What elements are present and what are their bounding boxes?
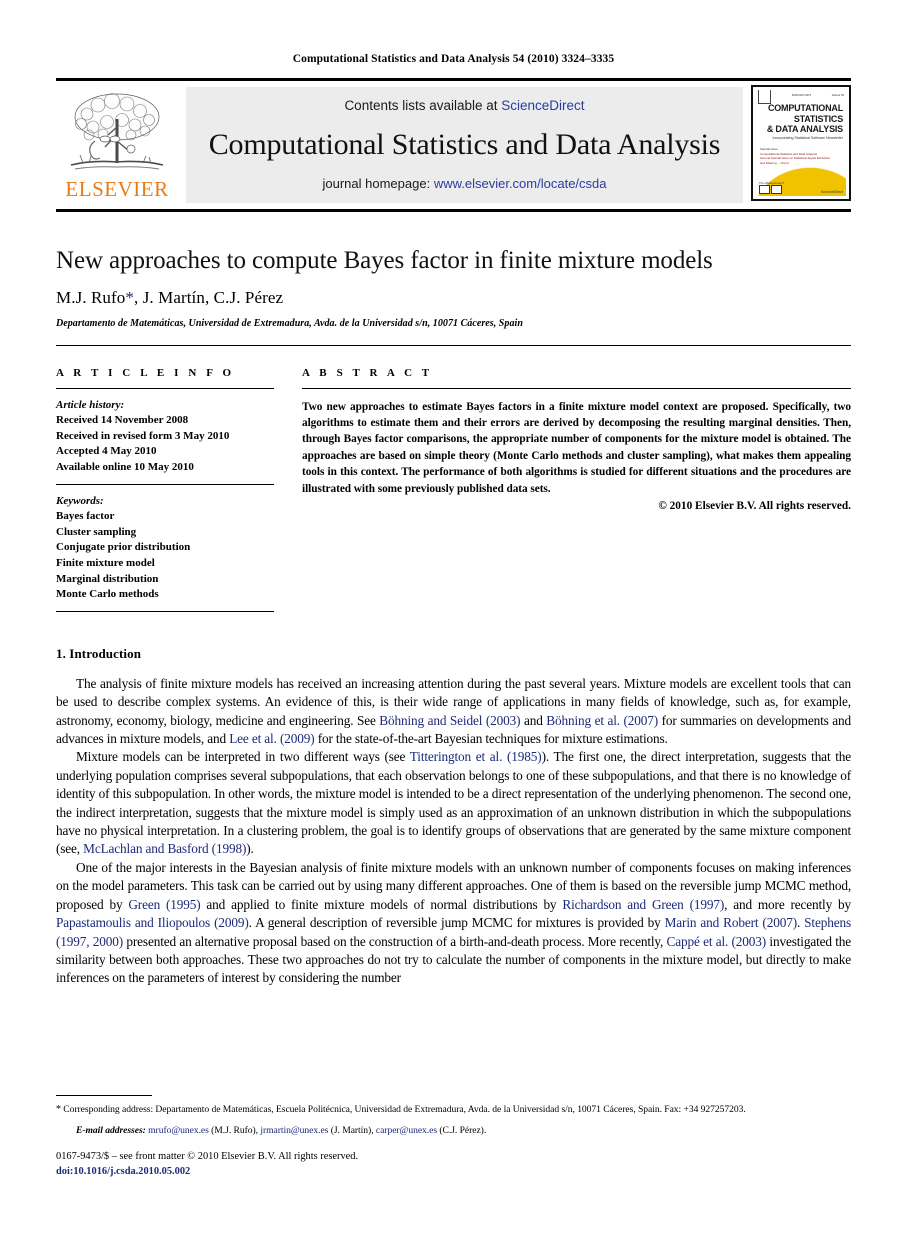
article-info-rule-bottom xyxy=(56,610,274,612)
contents-available-line: Contents lists available at ScienceDirec… xyxy=(344,98,584,113)
introduction-section: 1. Introduction The analysis of finite m… xyxy=(56,646,851,988)
email-link[interactable]: mrufo@unex.es xyxy=(148,1125,209,1136)
history-received: Received 14 November 2008 xyxy=(56,414,189,427)
history-online: Available online 10 May 2010 xyxy=(56,460,194,473)
keyword-item: Bayes factor xyxy=(56,510,115,523)
keywords-label: Keywords: xyxy=(56,494,104,507)
keyword-item: Monte Carlo methods xyxy=(56,588,159,601)
imprint-block: 0167-9473/$ – see front matter © 2010 El… xyxy=(56,1150,851,1180)
para3-text-b: and applied to finite mixture models of … xyxy=(200,896,563,912)
para2-text-a: Mixture models can be interpreted in two… xyxy=(76,749,410,765)
cover-title-line-2: STATISTICS xyxy=(793,113,843,124)
elsevier-tree-icon xyxy=(70,93,164,170)
elsevier-logo: ELSEVIER xyxy=(56,81,178,209)
doi-link[interactable]: doi:10.1016/j.csda.2010.05.002 xyxy=(56,1165,851,1180)
info-abstract-row: A R T I C L E I N F O Article history: R… xyxy=(56,367,851,612)
keyword-item: Finite mixture model xyxy=(56,556,155,569)
journal-title: Computational Statistics and Data Analys… xyxy=(208,127,721,161)
section-heading-introduction: 1. Introduction xyxy=(56,645,142,661)
citation-link[interactable]: Böhning et al. (2007) xyxy=(546,713,658,728)
author-first: M.J. Rufo xyxy=(56,287,126,307)
citation-link[interactable]: Titterington et al. (1985) xyxy=(410,749,542,764)
article-info-rule-top xyxy=(56,387,274,389)
masthead-bottom-rule xyxy=(56,209,851,212)
paragraph-1: The analysis of finite mixture models ha… xyxy=(56,675,851,749)
cover-title-line-1: COMPUTATIONAL xyxy=(767,103,843,113)
para3-text-d: . A general description of reversible ju… xyxy=(248,915,665,931)
article-history-group: Article history: Received 14 November 20… xyxy=(56,398,274,476)
title-section-rule xyxy=(56,344,851,346)
abstract-heading: A B S T R A C T xyxy=(302,366,433,379)
email-link[interactable]: carper@unex.es xyxy=(376,1125,437,1136)
citation-link[interactable]: Marin and Robert (2007) xyxy=(665,915,798,930)
history-revised: Received in revised form 3 May 2010 xyxy=(56,429,230,442)
cover-badge-icon-2 xyxy=(771,185,782,194)
cover-badge-icon-1 xyxy=(759,185,770,194)
article-history-label: Article history: xyxy=(56,398,125,411)
homepage-prefix: journal homepage: xyxy=(322,176,434,191)
cover-sciencedirect-label: ScienceDirect xyxy=(820,190,843,194)
elsevier-wordmark: ELSEVIER xyxy=(65,177,169,201)
masthead-center-panel: Contents lists available at ScienceDirec… xyxy=(186,87,743,203)
cover-issn-top: ISSN 0167-9473 xyxy=(791,94,811,98)
abstract-text: Two new approaches to estimate Bayes fac… xyxy=(302,400,851,495)
journal-cover-thumbnail[interactable]: ISSN 0167-9473 Volume 54 COMPUTATIONAL S… xyxy=(751,85,851,201)
abstract-rule xyxy=(302,387,851,389)
email-addresses-note: E-mail addresses: mrufo@unex.es (M.J. Ru… xyxy=(76,1125,487,1137)
footnote-rule xyxy=(56,1095,152,1097)
citation-link[interactable]: Papastamoulis and Iliopoulos (2009) xyxy=(56,915,249,930)
cover-title-line-3: & DATA ANALYSIS xyxy=(766,124,843,135)
article-info-heading: A R T I C L E I N F O xyxy=(56,366,235,379)
article-info-rule-middle xyxy=(56,483,274,485)
cover-red-line-3: and Filtering — Part II xyxy=(760,160,790,165)
email-person: (J. Martín) xyxy=(328,1125,372,1137)
article-title-block: New approaches to compute Bayes factor i… xyxy=(56,246,851,329)
citation-link[interactable]: Lee et al. (2009) xyxy=(229,731,314,746)
para2-text-c: ). xyxy=(246,841,254,857)
article-info-column: A R T I C L E I N F O Article history: R… xyxy=(56,367,300,612)
citation-link[interactable]: McLachlan and Basford (1998) xyxy=(83,841,246,856)
para1-text-b: and xyxy=(520,712,547,728)
footnote-area: * Corresponding address: Departamento de… xyxy=(56,1095,851,1180)
front-matter-line: 0167-9473/$ – see front matter © 2010 El… xyxy=(56,1151,359,1163)
email-person: (C.J. Pérez) xyxy=(437,1125,484,1137)
corresponding-address-text: Corresponding address: Departamento de M… xyxy=(60,1104,746,1116)
running-head: Computational Statistics and Data Analys… xyxy=(292,53,615,65)
para1-text-d: for the state-of-the-art Bayesian techni… xyxy=(314,731,668,747)
author-list: M.J. Rufo*, J. Martín, C.J. Pérez xyxy=(56,288,851,308)
paragraph-2: Mixture models can be interpreted in two… xyxy=(56,748,851,858)
para3-text-c: , and more recently by xyxy=(724,896,851,912)
corresponding-author-marker[interactable]: * xyxy=(125,288,134,307)
citation-link[interactable]: Cappé et al. (2003) xyxy=(667,934,767,949)
corresponding-address-note: * Corresponding address: Departamento de… xyxy=(56,1103,851,1117)
email-link[interactable]: jrmartin@unex.es xyxy=(260,1125,328,1136)
keyword-item: Marginal distribution xyxy=(56,572,159,585)
history-accepted: Accepted 4 May 2010 xyxy=(56,445,157,458)
citation-link[interactable]: Green (1995) xyxy=(128,897,200,912)
keywords-group: Keywords: Bayes factor Cluster sampling … xyxy=(56,494,274,603)
cover-elsevier-logo-icon xyxy=(758,90,771,104)
email-person: (M.J. Rufo) xyxy=(208,1125,256,1137)
citation-link[interactable]: Richardson and Green (1997) xyxy=(562,897,724,912)
abstract-copyright: © 2010 Elsevier B.V. All rights reserved… xyxy=(658,500,851,513)
affiliation: Departamento de Matemáticas, Universidad… xyxy=(56,317,523,329)
journal-homepage-line: journal homepage: www.elsevier.com/locat… xyxy=(323,176,607,191)
para3-text-f: presented an alternative proposal based … xyxy=(123,933,667,949)
contents-prefix: Contents lists available at xyxy=(344,98,502,113)
page-title: New approaches to compute Bayes factor i… xyxy=(56,247,713,274)
paper-page: Computational Statistics and Data Analys… xyxy=(0,0,907,1238)
sciencedirect-link[interactable]: ScienceDirect xyxy=(501,98,584,113)
paragraph-3: One of the major interests in the Bayesi… xyxy=(56,859,851,988)
keyword-item: Conjugate prior distribution xyxy=(56,541,191,554)
citation-link[interactable]: Böhning and Seidel (2003) xyxy=(379,713,520,728)
keyword-item: Cluster sampling xyxy=(56,525,137,538)
author-rest: , J. Martín, C.J. Pérez xyxy=(134,287,284,307)
cover-volume: Volume 54 xyxy=(831,94,844,98)
abstract-column: A B S T R A C T Two new approaches to es… xyxy=(300,367,851,612)
journal-homepage-link[interactable]: www.elsevier.com/locate/csda xyxy=(434,176,607,191)
email-addresses-label: E-mail addresses: xyxy=(76,1125,146,1137)
journal-masthead: ELSEVIER Contents lists available at Sci… xyxy=(56,78,851,209)
